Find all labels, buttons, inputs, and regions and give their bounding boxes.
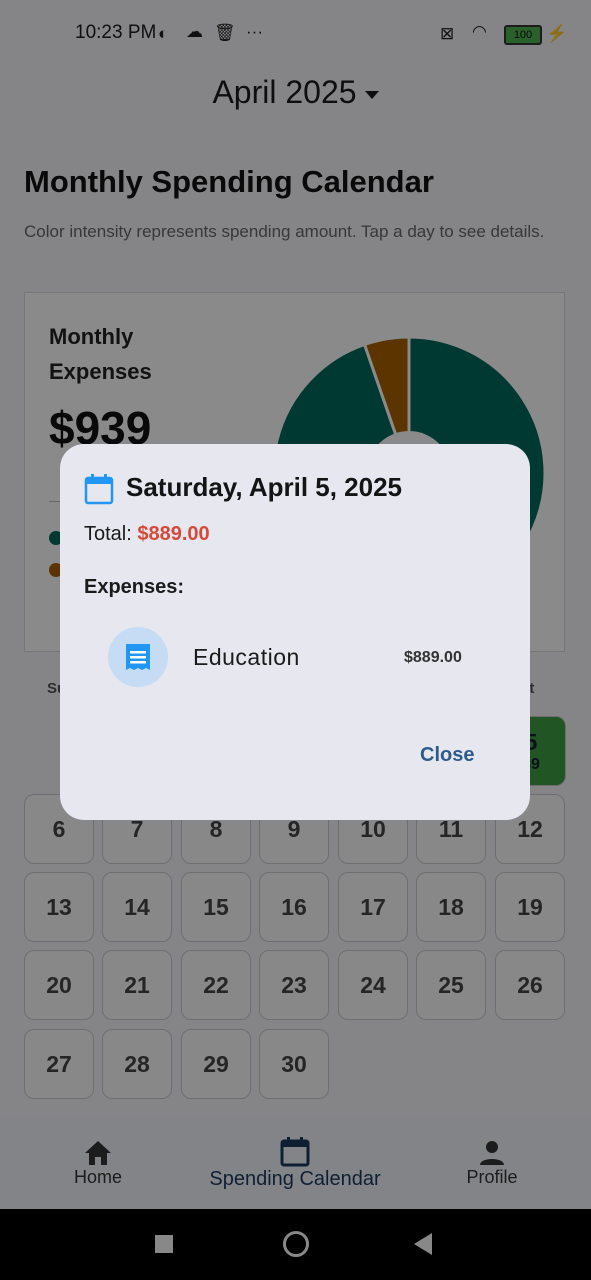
recents-icon[interactable] xyxy=(155,1235,173,1253)
back-icon[interactable] xyxy=(414,1233,432,1255)
receipt-icon xyxy=(126,644,150,670)
dialog-title: Saturday, April 5, 2025 xyxy=(126,472,403,502)
dialog-total: Total: $889.00 xyxy=(84,523,210,546)
total-label: Total: xyxy=(84,523,138,545)
expenses-heading: Expenses: xyxy=(84,576,185,598)
expense-category-avatar xyxy=(108,627,168,687)
day-detail-dialog: Saturday, April 5, 2025 Total: $889.00 E… xyxy=(60,444,530,820)
system-nav-bar xyxy=(0,1209,591,1280)
close-button[interactable]: Close xyxy=(420,744,474,767)
calendar-icon xyxy=(84,474,114,505)
expense-amount: $889.00 xyxy=(404,649,462,666)
home-system-icon[interactable] xyxy=(283,1231,309,1257)
expense-category: Education xyxy=(193,644,300,670)
total-value: $889.00 xyxy=(137,523,210,545)
